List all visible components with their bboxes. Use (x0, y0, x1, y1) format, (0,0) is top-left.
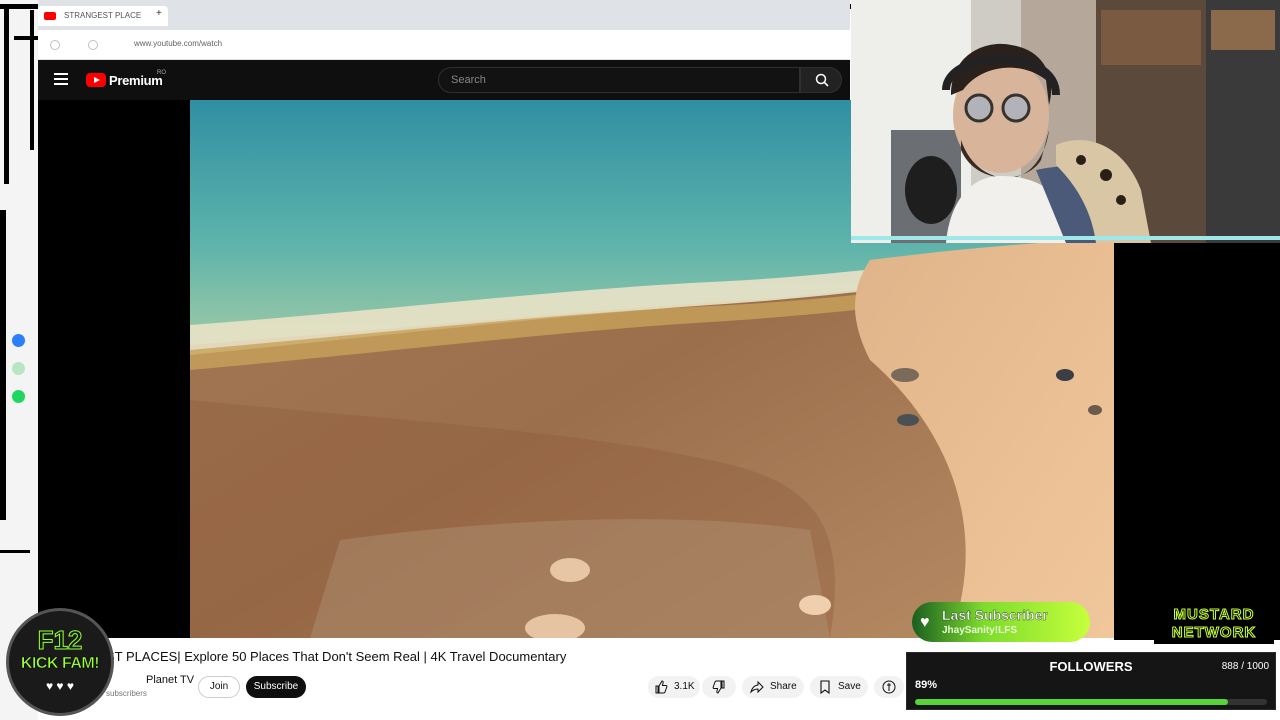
frame-decor (4, 4, 9, 184)
kick-fam-badge: F12 KICK FAM! ♥ ♥ ♥ (6, 608, 114, 716)
frame-decor (30, 10, 34, 150)
share-button[interactable]: Share (742, 676, 804, 698)
badge-title: F12 (37, 625, 83, 656)
search-input[interactable]: Search (438, 67, 800, 93)
followers-count: 888 / 1000 (1221, 661, 1269, 672)
save-icon (820, 680, 830, 694)
browser-tab-bar: STRANGEST PLACE + (38, 0, 850, 30)
dislike-icon (712, 680, 725, 694)
like-icon (655, 680, 668, 694)
video-title: ST PLACES| Explore 50 Places That Don't … (106, 649, 567, 664)
hamburger-icon[interactable] (54, 73, 68, 85)
dislike-button[interactable] (702, 676, 736, 698)
share-icon (750, 680, 764, 694)
join-button[interactable]: Join (198, 676, 240, 698)
thanks-icon (882, 680, 896, 694)
channel-name[interactable]: Planet TV (146, 674, 194, 686)
webcam-overlay (851, 0, 1280, 243)
back-icon[interactable] (50, 40, 60, 50)
frame-decor (0, 550, 30, 553)
last-subscriber-name: JhaySanity!LFS (942, 625, 1018, 636)
whatsapp-icon[interactable] (12, 362, 25, 375)
save-button[interactable]: Save (810, 676, 868, 698)
frame-decor (0, 210, 6, 520)
region-code: RO (157, 70, 166, 76)
search-placeholder: Search (451, 74, 486, 86)
followers-progress-track (915, 699, 1267, 705)
subscriber-count: subscribers (106, 689, 147, 698)
streamer-webcam-image (851, 0, 1280, 243)
subscribe-button[interactable]: Subscribe (246, 676, 306, 698)
network-logo: MUSTARD NETWORK (1154, 606, 1274, 644)
tab-title: STRANGEST PLACE (64, 11, 142, 20)
reload-icon[interactable] (88, 40, 98, 50)
like-count: 3.1K (674, 681, 695, 692)
youtube-header: Premium RO Search (38, 60, 850, 100)
thanks-button[interactable] (874, 676, 904, 698)
heart-icon: ♥ (920, 614, 930, 631)
followers-progress-fill (915, 699, 1228, 705)
spotify-icon[interactable] (12, 390, 25, 403)
logo-text[interactable]: Premium (109, 73, 163, 88)
followers-percent: 89% (915, 679, 938, 691)
badge-hearts: ♥ ♥ ♥ (45, 679, 75, 693)
share-label: Share (770, 681, 797, 692)
new-tab-button[interactable]: + (156, 8, 162, 19)
url-field[interactable]: www.youtube.com/watch (134, 39, 222, 48)
last-subscriber-title: Last Subscriber (942, 607, 1048, 623)
save-label: Save (838, 681, 861, 692)
side-panel (1114, 243, 1280, 643)
address-bar: www.youtube.com/watch (38, 30, 850, 60)
followers-title: FOLLOWERS (1049, 659, 1133, 674)
search-button[interactable] (800, 67, 842, 93)
search-icon (815, 73, 829, 87)
like-button[interactable]: 3.1K (648, 676, 700, 698)
network-line2: NETWORK (1171, 624, 1257, 642)
youtube-logo-icon[interactable] (86, 73, 106, 87)
last-subscriber-alert: ♥ Last Subscriber JhaySanity!LFS (912, 602, 1090, 642)
messenger-icon[interactable] (12, 334, 25, 347)
browser-tab[interactable]: STRANGEST PLACE (38, 6, 168, 26)
webcam-border (851, 236, 1280, 240)
badge-subtitle: KICK FAM! (20, 655, 100, 673)
network-line1: MUSTARD (1173, 606, 1255, 624)
followers-goal: FOLLOWERS 888 / 1000 89% (906, 652, 1276, 710)
youtube-favicon-icon (44, 12, 56, 20)
